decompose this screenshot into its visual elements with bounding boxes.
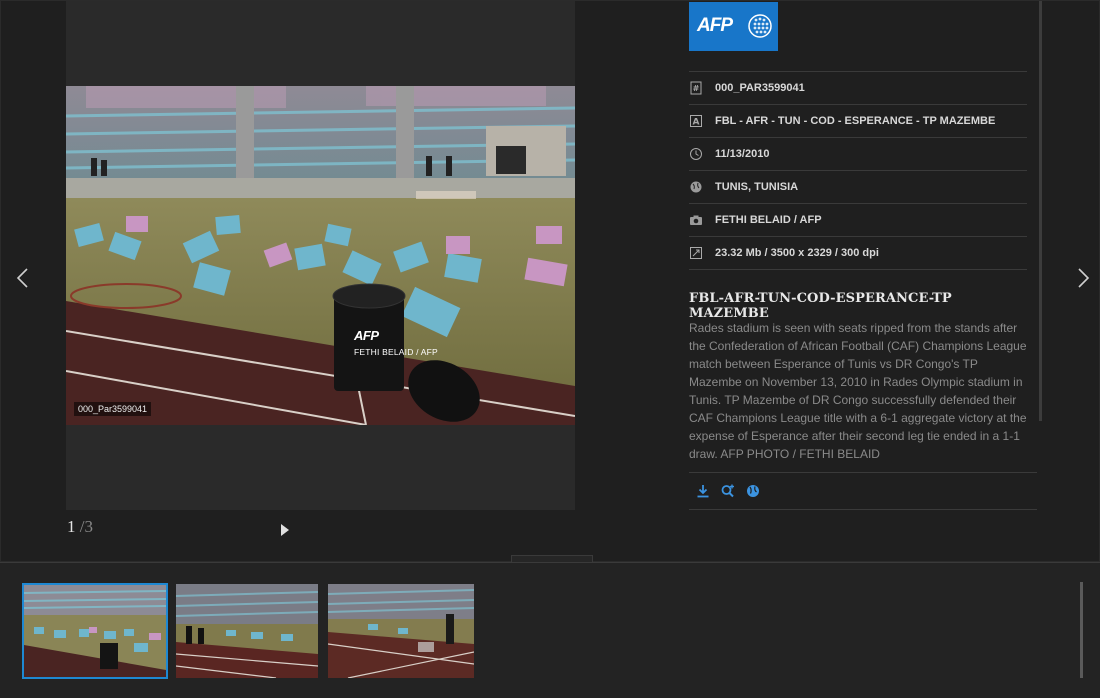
afp-globe-icon: [748, 14, 772, 38]
actions-divider: [689, 509, 1037, 510]
caption-divider: [689, 472, 1037, 473]
meta-location-value: TUNIS, TUNISIA: [715, 181, 799, 193]
afp-logo: AFP: [689, 2, 778, 51]
globe-icon: [689, 180, 715, 194]
action-bar: [695, 483, 761, 499]
meta-headline-value: FBL - AFR - TUN - COD - ESPERANCE - TP M…: [715, 115, 996, 127]
watermark-logo: AFP: [354, 328, 379, 343]
play-icon[interactable]: [279, 522, 291, 538]
photo-watermark: AFP FETHI BELAID / AFP: [354, 328, 438, 357]
main-photo[interactable]: 000_Par3599041 AFP FETHI BELAID / AFP: [66, 86, 575, 425]
next-arrow-icon[interactable]: [1071, 263, 1095, 293]
hash-icon: #: [689, 81, 715, 95]
previous-arrow-icon[interactable]: [11, 263, 35, 293]
meta-divider: [689, 269, 1027, 270]
svg-text:A: A: [693, 118, 700, 128]
meta-photographer-value: FETHI BELAID / AFP: [715, 214, 822, 226]
photo-id-label: 000_Par3599041: [74, 402, 152, 416]
meta-row-location: TUNIS, TUNISIA: [689, 170, 1027, 203]
svg-text:#: #: [693, 84, 700, 93]
camera-icon: [689, 213, 715, 227]
thumbnail-2[interactable]: [176, 584, 318, 678]
meta-row-headline: A FBL - AFR - TUN - COD - ESPERANCE - TP…: [689, 104, 1027, 137]
caption-title: FBL-AFR-TUN-COD-ESPERANCE-TP MAZEMBE: [689, 291, 952, 321]
globe-icon[interactable]: [745, 483, 761, 499]
zoom-icon[interactable]: [720, 483, 736, 499]
resize-icon: [689, 246, 715, 260]
watermark-credit: FETHI BELAID / AFP: [354, 347, 438, 357]
thumbnail-3[interactable]: [328, 584, 474, 678]
total-pages: /3: [79, 517, 93, 536]
meta-row-filesize: 23.32 Mb / 3500 x 2329 / 300 dpi: [689, 236, 1027, 269]
thumbnail-scrollbar[interactable]: [1080, 582, 1083, 678]
letter-a-icon: A: [689, 114, 715, 128]
caption-body: Rades stadium is seen with seats ripped …: [689, 321, 1027, 461]
photo-viewer: 000_Par3599041 AFP FETHI BELAID / AFP 1 …: [0, 0, 1100, 562]
meta-date-value: 11/13/2010: [715, 148, 770, 160]
meta-row-date: 11/13/2010: [689, 137, 1027, 170]
thumbnail-1[interactable]: [22, 583, 168, 679]
photo-metadata: # 000_PAR3599041 A FBL - AFR - TUN - COD…: [689, 71, 1027, 270]
info-scrollbar[interactable]: [1039, 1, 1042, 421]
clock-icon: [689, 147, 715, 161]
meta-filesize-value: 23.32 Mb / 3500 x 2329 / 300 dpi: [715, 247, 879, 259]
photo-frame: 000_Par3599041 AFP FETHI BELAID / AFP: [66, 1, 575, 510]
meta-id-value: 000_PAR3599041: [715, 82, 805, 94]
afp-logo-text: AFP: [697, 15, 733, 36]
current-page: 1: [67, 517, 76, 536]
page-counter: 1 /3: [67, 517, 93, 537]
download-icon[interactable]: [695, 483, 711, 499]
meta-row-id: # 000_PAR3599041: [689, 71, 1027, 104]
meta-row-photographer: FETHI BELAID / AFP: [689, 203, 1027, 236]
